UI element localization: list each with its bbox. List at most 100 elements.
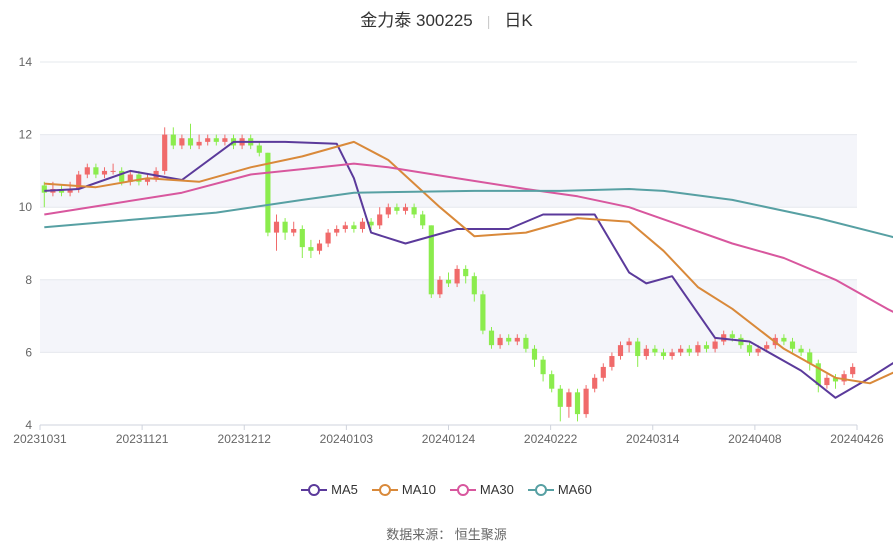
candle-body — [170, 134, 176, 146]
candle-body — [635, 341, 641, 357]
candle-body — [162, 134, 168, 171]
candle-body — [325, 232, 331, 244]
candle — [592, 374, 598, 393]
candle-body — [93, 167, 99, 175]
candle-body — [334, 228, 340, 233]
x-tick-label: 20231121 — [116, 432, 169, 446]
candle — [841, 370, 847, 386]
candle-body — [359, 221, 366, 229]
x-tick-label: 20240222 — [524, 432, 578, 446]
candle — [583, 385, 589, 418]
x-tick-label: 20240124 — [422, 432, 476, 446]
candle — [600, 363, 606, 382]
legend-label: MA5 — [331, 482, 358, 497]
candle-body — [110, 170, 116, 172]
candlestick-chart: 4 6 8 10 12 14 20231031 20231121 20231212 202401… — [13, 55, 893, 446]
data-source: 数据来源： 恒生聚源 — [386, 527, 507, 542]
candle-body — [729, 334, 735, 338]
candle-body — [480, 294, 486, 331]
candle-body — [437, 279, 443, 295]
candle-body — [394, 207, 400, 211]
candle — [316, 239, 323, 255]
candle-body — [583, 388, 589, 415]
candle — [377, 207, 383, 229]
legend-label: MA30 — [479, 482, 514, 497]
candle — [334, 225, 340, 237]
candle-body — [549, 374, 555, 389]
candle — [273, 214, 280, 251]
candle — [815, 359, 821, 393]
legend-marker-icon — [301, 483, 328, 496]
candle-body — [256, 145, 262, 153]
candle-body — [377, 214, 383, 226]
candle — [325, 228, 331, 248]
candle-body — [626, 341, 632, 346]
y-tick-label: 6 — [25, 345, 32, 359]
candle-body — [222, 138, 228, 142]
legend-item-ma10[interactable]: MA10 — [371, 482, 436, 497]
candle-body — [308, 247, 314, 251]
candle — [265, 152, 271, 237]
candle-body — [101, 170, 108, 175]
x-tick-label: 20240314 — [626, 432, 680, 446]
legend-marker-icon — [449, 483, 476, 496]
candle-body — [686, 348, 692, 353]
candle — [308, 239, 314, 259]
candle — [824, 374, 830, 389]
candle-body — [712, 341, 718, 349]
legend-item-ma60[interactable]: MA60 — [527, 482, 592, 497]
candle-body — [488, 330, 495, 346]
y-tick-label: 10 — [19, 200, 33, 214]
candle-body — [84, 167, 90, 175]
candle-body — [703, 345, 710, 349]
y-tick-label: 14 — [19, 55, 33, 69]
candle-body — [402, 207, 409, 211]
legend-marker-dot — [534, 483, 547, 496]
candle — [351, 221, 357, 233]
candle-body — [609, 356, 615, 367]
candle-body — [282, 221, 288, 233]
legend-item-ma5[interactable]: MA5 — [301, 482, 358, 497]
candle-body — [299, 228, 305, 248]
candle-body — [506, 337, 512, 342]
candle-body — [592, 377, 598, 389]
candle-body — [566, 392, 572, 407]
candle-body — [540, 359, 546, 375]
candle-body — [764, 345, 770, 349]
candle-body — [497, 337, 503, 346]
x-tick-label: 20240426 — [830, 432, 884, 446]
candle-body — [454, 268, 460, 284]
candle-body — [695, 345, 701, 353]
candle-body — [600, 366, 606, 378]
candle — [609, 352, 615, 371]
candle-body — [523, 337, 529, 349]
candle — [299, 225, 305, 259]
candle — [850, 363, 856, 378]
x-axis: 20231031 20231121 20231212 20240103 20240124… — [13, 424, 884, 446]
candle-body — [514, 337, 520, 342]
candle-body — [179, 138, 185, 146]
legend: MA5 MA10 MA30 MA60 — [0, 482, 893, 497]
candle-body — [385, 207, 391, 215]
candle-body — [678, 348, 684, 353]
legend-item-ma30[interactable]: MA30 — [449, 482, 514, 497]
candle-body — [463, 268, 469, 277]
candle-body — [205, 138, 211, 142]
candle-body — [824, 377, 830, 386]
candle-body — [291, 228, 297, 233]
candle-body — [420, 214, 426, 226]
y-axis: 4 6 8 10 12 14 — [19, 55, 33, 432]
legend-label: MA10 — [401, 482, 436, 497]
candle-body — [445, 279, 452, 284]
candle-body — [652, 348, 658, 353]
candle-body — [531, 348, 538, 360]
candle — [635, 337, 641, 367]
candle-body — [746, 345, 753, 353]
candle-body — [557, 388, 563, 407]
candle-body — [660, 352, 667, 357]
candle-body — [789, 341, 796, 349]
candle — [420, 210, 426, 229]
candle-body — [187, 138, 194, 146]
candle — [540, 356, 546, 382]
candle-body — [411, 207, 417, 215]
